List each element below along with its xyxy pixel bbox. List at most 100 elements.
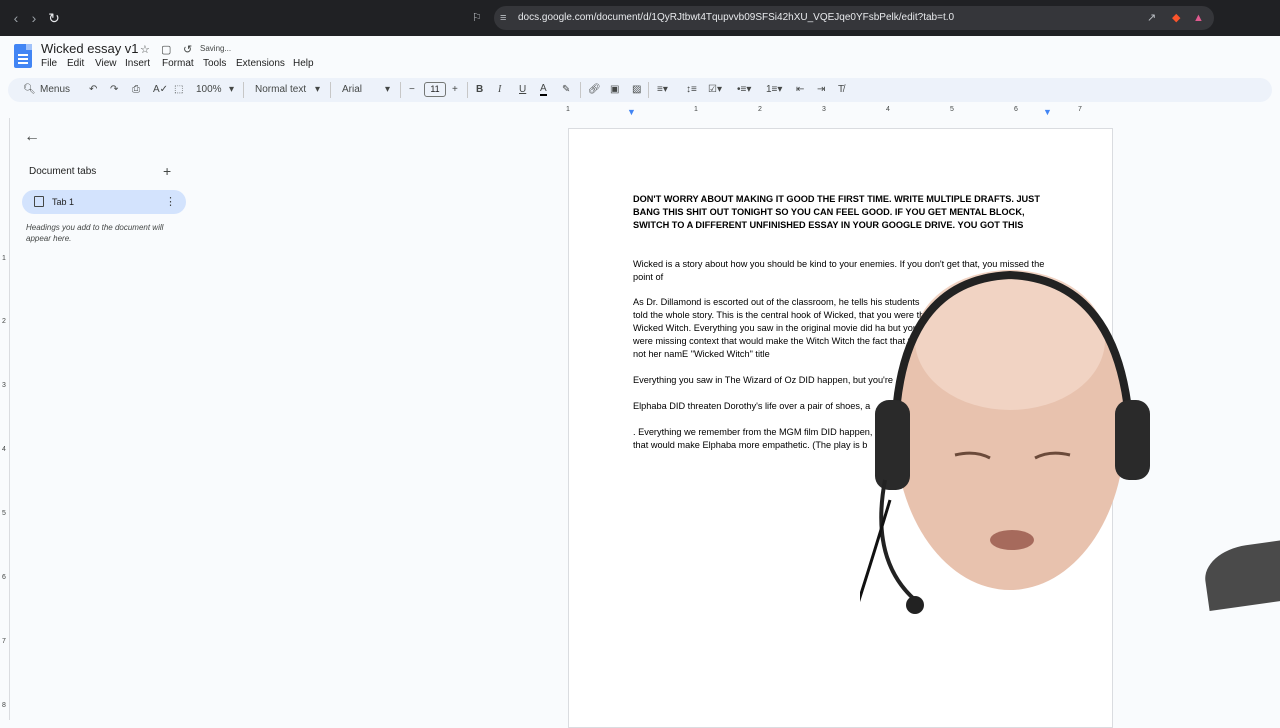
search-icon[interactable]: 🔍︎ bbox=[23, 83, 36, 97]
vruler-number: 2 bbox=[2, 318, 6, 325]
zoom-select[interactable]: 100% bbox=[196, 83, 222, 97]
menu-insert[interactable]: Insert bbox=[125, 58, 150, 69]
checklist-icon[interactable]: ☑▾ bbox=[708, 83, 722, 97]
italic-icon[interactable]: I bbox=[498, 83, 501, 97]
style-chevron-icon[interactable]: ▾ bbox=[315, 83, 320, 97]
bulleted-list-icon[interactable]: •≡▾ bbox=[737, 83, 751, 97]
back-nav-icon[interactable]: ‹ bbox=[8, 10, 24, 26]
address-url: docs.google.com/document/d/1QyRJtbwt4Tqu… bbox=[518, 12, 955, 23]
vruler-number: 4 bbox=[2, 446, 6, 453]
paragraph-5[interactable]: . Everything we remember from the MGM fi… bbox=[633, 426, 893, 452]
image-icon[interactable]: ▨ bbox=[632, 83, 641, 97]
toolbar-divider bbox=[330, 82, 331, 98]
save-status: Saving... bbox=[200, 44, 232, 53]
tab-1[interactable] bbox=[22, 190, 186, 214]
toolbar-divider bbox=[243, 82, 244, 98]
sync-icon: ↺ bbox=[183, 44, 193, 56]
comment-icon[interactable]: ▣ bbox=[610, 83, 619, 97]
headset-earpiece bbox=[875, 400, 910, 490]
vruler-number: 6 bbox=[2, 574, 6, 581]
webcam-overlay bbox=[860, 270, 1150, 614]
ruler-number: 1 bbox=[694, 106, 698, 113]
left-indent-marker[interactable]: ▼ bbox=[627, 108, 636, 117]
ruler-number: 2 bbox=[758, 106, 762, 113]
spellcheck-icon[interactable]: A✓ bbox=[153, 83, 168, 97]
print-icon[interactable]: ⎙ bbox=[132, 83, 140, 97]
decrease-font-icon[interactable]: − bbox=[409, 83, 415, 97]
ruler-number: 4 bbox=[886, 106, 890, 113]
ruler-number: 6 bbox=[1014, 106, 1018, 113]
clear-formatting-icon[interactable]: T̸ bbox=[838, 83, 844, 97]
forward-nav-icon[interactable]: › bbox=[26, 10, 42, 26]
move-folder-icon[interactable]: ▢ bbox=[161, 43, 171, 56]
share-icon[interactable]: ↗ bbox=[1147, 12, 1156, 24]
rewards-icon[interactable]: ▲ bbox=[1193, 12, 1204, 24]
toolbar-divider bbox=[400, 82, 401, 98]
search-menus-input[interactable]: Menus bbox=[40, 83, 70, 97]
bold-icon[interactable]: B bbox=[476, 83, 483, 97]
paint-format-icon[interactable]: ⬚ bbox=[174, 83, 183, 97]
decrease-indent-icon[interactable]: ⇤ bbox=[796, 83, 804, 97]
bookmark-icon[interactable]: ⚐ bbox=[472, 12, 482, 24]
horizontal-ruler[interactable] bbox=[568, 106, 1112, 118]
docs-header bbox=[0, 36, 1280, 76]
document-tabs-heading: Document tabs bbox=[29, 166, 97, 177]
chair-background bbox=[1201, 539, 1280, 611]
site-settings-icon[interactable]: ≡ bbox=[500, 12, 506, 24]
ruler-number: 3 bbox=[822, 106, 826, 113]
vruler-number: 7 bbox=[2, 638, 6, 645]
vruler-number: 8 bbox=[2, 702, 6, 709]
headset-mic bbox=[906, 596, 924, 614]
document-heading[interactable]: DON'T WORRY ABOUT MAKING IT GOOD THE FIR… bbox=[633, 193, 1053, 232]
presenter-scalp bbox=[915, 270, 1105, 410]
vertical-ruler[interactable] bbox=[0, 118, 10, 720]
menu-help[interactable]: Help bbox=[293, 58, 314, 69]
back-arrow-icon[interactable]: ← bbox=[24, 128, 40, 146]
star-icon[interactable]: ☆ bbox=[140, 43, 150, 56]
menu-file[interactable]: File bbox=[41, 58, 57, 69]
ruler-number: 1 bbox=[566, 106, 570, 113]
brave-shield-icon[interactable]: ◆ bbox=[1172, 12, 1180, 24]
underline-icon[interactable]: U bbox=[519, 83, 526, 97]
numbered-list-icon[interactable]: 1≡▾ bbox=[766, 83, 782, 97]
menu-view[interactable]: View bbox=[95, 58, 117, 69]
line-spacing-icon[interactable]: ↕≡ bbox=[686, 83, 697, 97]
align-icon[interactable]: ≡▾ bbox=[657, 83, 668, 97]
ruler-number: 7 bbox=[1078, 106, 1082, 113]
more-options-icon[interactable]: ⋮ bbox=[165, 195, 176, 208]
highlight-icon[interactable]: ✎ bbox=[562, 83, 570, 97]
menu-edit[interactable]: Edit bbox=[67, 58, 84, 69]
reload-icon[interactable]: ↻ bbox=[46, 10, 62, 26]
text-color-icon[interactable]: A bbox=[540, 83, 547, 96]
menu-tools[interactable]: Tools bbox=[203, 58, 226, 69]
font-chevron-icon[interactable]: ▾ bbox=[385, 83, 390, 97]
ruler-number: 5 bbox=[950, 106, 954, 113]
style-select[interactable]: Normal text bbox=[255, 83, 306, 97]
increase-indent-icon[interactable]: ⇥ bbox=[817, 83, 825, 97]
toolbar-divider bbox=[467, 82, 468, 98]
headset-earpiece bbox=[1115, 400, 1150, 480]
increase-font-icon[interactable]: + bbox=[452, 83, 458, 97]
vruler-number: 3 bbox=[2, 382, 6, 389]
toolbar-divider bbox=[580, 82, 581, 98]
presenter-mouth bbox=[990, 530, 1034, 550]
toolbar-divider bbox=[648, 82, 649, 98]
headset-cable bbox=[860, 499, 892, 603]
tab-label[interactable]: Tab 1 bbox=[52, 197, 74, 207]
docs-logo-icon[interactable] bbox=[14, 44, 32, 68]
vruler-number: 5 bbox=[2, 510, 6, 517]
font-size-input[interactable]: 11 bbox=[424, 82, 446, 97]
menu-extensions[interactable]: Extensions bbox=[236, 58, 285, 69]
headings-hint: Headings you add to the document will ap… bbox=[26, 223, 164, 243]
document-title[interactable]: Wicked essay v1 bbox=[41, 41, 139, 56]
right-indent-marker[interactable]: ▼ bbox=[1043, 108, 1052, 117]
link-icon[interactable]: 🔗︎ bbox=[588, 83, 601, 97]
undo-icon[interactable]: ↶ bbox=[89, 83, 97, 97]
zoom-chevron-icon[interactable]: ▾ bbox=[229, 83, 234, 97]
font-select[interactable]: Arial bbox=[342, 83, 362, 97]
document-icon bbox=[34, 196, 44, 207]
add-tab-icon[interactable]: + bbox=[163, 163, 171, 179]
vruler-number: 1 bbox=[2, 255, 6, 262]
redo-icon[interactable]: ↷ bbox=[110, 83, 118, 97]
menu-format[interactable]: Format bbox=[162, 58, 194, 69]
